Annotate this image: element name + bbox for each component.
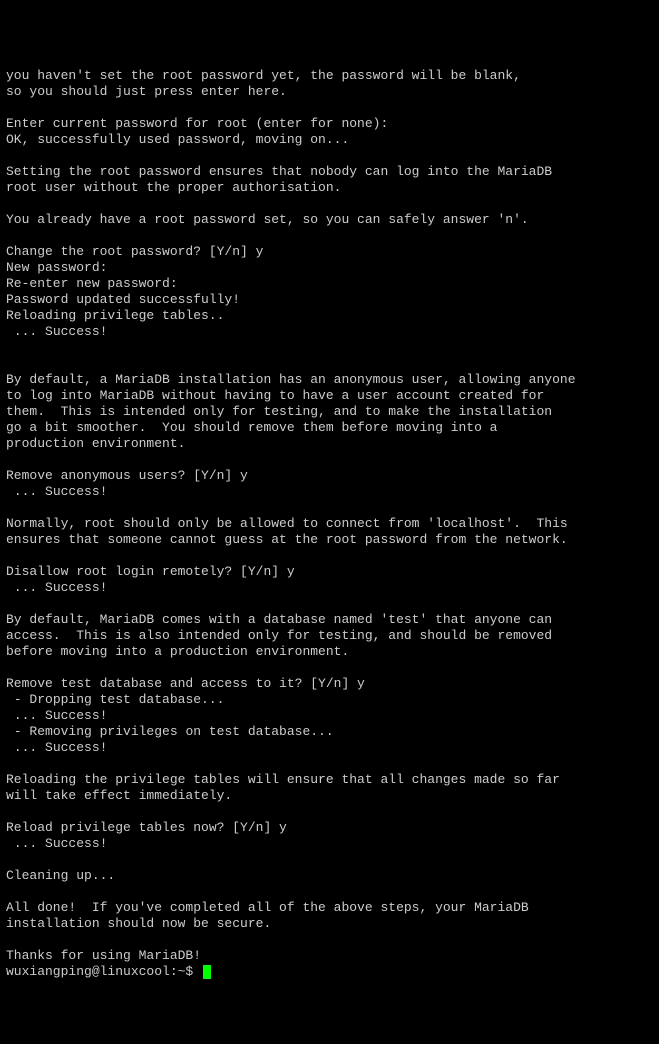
shell-prompt[interactable]: wuxiangping@linuxcool:~$ [6,964,211,979]
cursor-icon [203,965,211,979]
prompt-text: wuxiangping@linuxcool:~$ [6,964,201,979]
terminal-output: you haven't set the root password yet, t… [6,68,653,964]
